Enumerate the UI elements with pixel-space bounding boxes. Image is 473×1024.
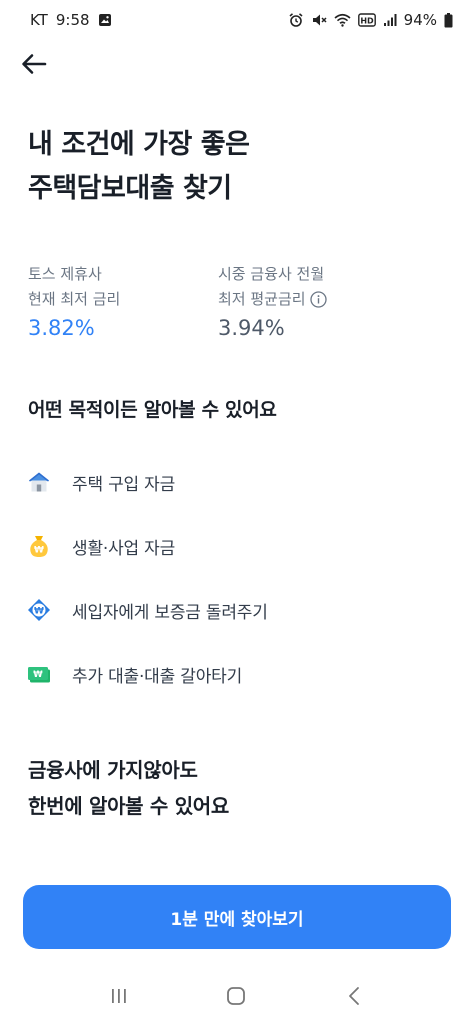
page-title: 내 조건에 가장 좋은 주택담보대출 찾기 [28,129,250,204]
money-bag-icon: ₩ [26,533,52,559]
find-now-button[interactable]: 1분 만에 찾아보기 [23,885,451,949]
system-nav-bar [0,972,473,1024]
gallery-notification-icon [98,13,112,27]
market-rate-label-line2-row: 최저 평균금리 [218,287,327,312]
purpose-title: 어떤 목적이든 알아볼 수 있어요 [28,399,277,421]
banknote-icon: ₩ [26,661,52,687]
toss-rate-label-line2: 현재 최저 금리 [28,290,121,308]
purpose-item-home-purchase[interactable]: 주택 구입 자금 [26,450,446,514]
status-right: HD 94% [288,11,453,29]
svg-text:HD: HD [360,17,374,26]
hd-voice-icon: HD [357,13,376,27]
purpose-label: 추가 대출·대출 갈아타기 [72,666,243,687]
home-icon [226,986,246,1010]
purpose-label: 세입자에게 보증금 돌려주기 [72,602,268,623]
back-button[interactable] [18,50,50,82]
market-rate-label-line1: 시중 금융사 전월 [218,265,325,283]
market-rate: 시중 금융사 전월 최저 평균금리 3.94% [218,262,327,342]
back-nav-button[interactable] [334,978,374,1018]
arrow-left-icon [21,53,47,79]
mute-icon [311,12,327,28]
info-icon[interactable] [309,291,327,308]
svg-text:₩: ₩ [33,670,43,680]
status-left: KT 9:58 [30,11,112,29]
purpose-label: 생활·사업 자금 [72,538,176,559]
purpose-item-return-deposit[interactable]: ₩ 세입자에게 보증금 돌려주기 [26,578,446,642]
purpose-item-living-business[interactable]: ₩ 생활·사업 자금 [26,514,446,578]
toss-rate-label-line1: 토스 제휴사 [28,265,102,283]
recent-apps-button[interactable] [99,978,139,1018]
rates-section: 토스 제휴사 현재 최저 금리 3.82% 시중 금융사 전월 최저 평균금리 … [28,262,448,342]
purpose-label: 주택 구입 자금 [72,474,176,495]
toss-rate-value: 3.82% [28,316,95,340]
clock: 9:58 [55,11,90,29]
market-rate-label-line2: 최저 평균금리 [218,290,306,308]
svg-text:₩: ₩ [34,607,44,617]
carrier-label: KT [30,11,48,29]
alarm-icon [288,12,304,28]
won-coin-icon: ₩ [26,597,52,623]
battery-icon [444,12,453,28]
purpose-item-refinance[interactable]: ₩ 추가 대출·대출 갈아타기 [26,642,446,706]
toss-rate: 토스 제휴사 현재 최저 금리 3.82% [28,262,120,342]
subheadline: 금융사에 가지않아도 한번에 알아볼 수 있어요 [28,758,229,818]
chevron-left-icon [348,986,360,1010]
battery-percent: 94% [403,11,437,29]
recent-apps-icon [110,988,128,1008]
signal-icon [383,13,397,27]
svg-text:₩: ₩ [34,546,44,556]
wifi-icon [334,13,351,27]
purpose-list: 주택 구입 자금 ₩ 생활·사업 자금 ₩ 세입자에게 보증금 돌려주기 ₩ 추… [26,450,446,706]
market-rate-value: 3.94% [218,316,285,340]
status-bar: KT 9:58 HD 94% [0,0,473,40]
house-icon [26,469,52,495]
home-button[interactable] [216,978,256,1018]
